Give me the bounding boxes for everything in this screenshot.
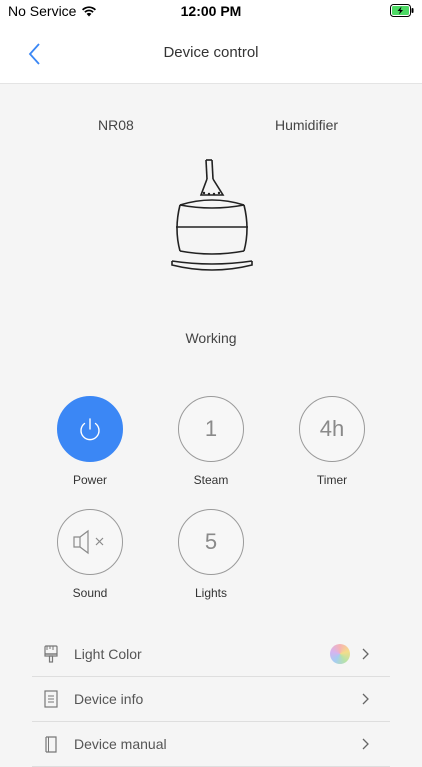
steam-control[interactable]: 1 Steam — [161, 396, 261, 487]
chevron-right-icon — [362, 693, 369, 705]
steam-level: 1 — [204, 416, 218, 441]
page-title: Device control — [163, 44, 259, 61]
lights-control[interactable]: 5 Lights — [161, 509, 261, 600]
status-bar: No Service 12:00 PM — [0, 0, 422, 22]
timer-value: 4h — [319, 416, 345, 441]
light-color-row[interactable]: Light Color — [32, 632, 390, 677]
humidifier-illustration — [171, 159, 253, 271]
device-manual-row[interactable]: Device manual — [32, 722, 390, 767]
steam-button[interactable]: 1 — [178, 396, 244, 462]
speaker-muted-icon — [73, 529, 104, 555]
device-status: Working — [185, 330, 237, 346]
manual-book-icon — [42, 735, 60, 753]
nav-bar: Device control — [0, 22, 422, 84]
chevron-right-icon — [362, 648, 369, 660]
power-label: Power — [72, 473, 107, 487]
timer-label: Timer — [316, 473, 348, 487]
sound-control[interactable]: Sound — [40, 509, 140, 600]
timer-control[interactable]: 4h Timer — [282, 396, 382, 487]
power-button[interactable] — [57, 396, 123, 462]
document-icon — [42, 690, 60, 708]
device-info-row[interactable]: Device info — [32, 677, 390, 722]
settings-list: Light Color Device info Device manual — [32, 632, 390, 767]
color-swatch — [330, 644, 350, 664]
sound-button[interactable] — [57, 509, 123, 575]
power-control[interactable]: Power — [40, 396, 140, 487]
device-model: NR08 — [98, 117, 134, 133]
battery-charging-icon — [390, 4, 414, 17]
light-color-label: Light Color — [74, 646, 142, 662]
device-type: Humidifier — [275, 117, 339, 133]
steam-label: Steam — [193, 473, 229, 487]
sound-label: Sound — [72, 586, 108, 600]
lights-button[interactable]: 5 — [178, 509, 244, 575]
device-info-label: Device info — [74, 691, 144, 707]
lights-label: Lights — [194, 586, 228, 600]
chevron-right-icon — [362, 738, 369, 750]
clock: 12:00 PM — [180, 3, 242, 19]
power-icon — [80, 418, 100, 441]
timer-button[interactable]: 4h — [299, 396, 365, 462]
paint-brush-icon — [42, 645, 60, 663]
lights-level: 5 — [204, 529, 218, 554]
